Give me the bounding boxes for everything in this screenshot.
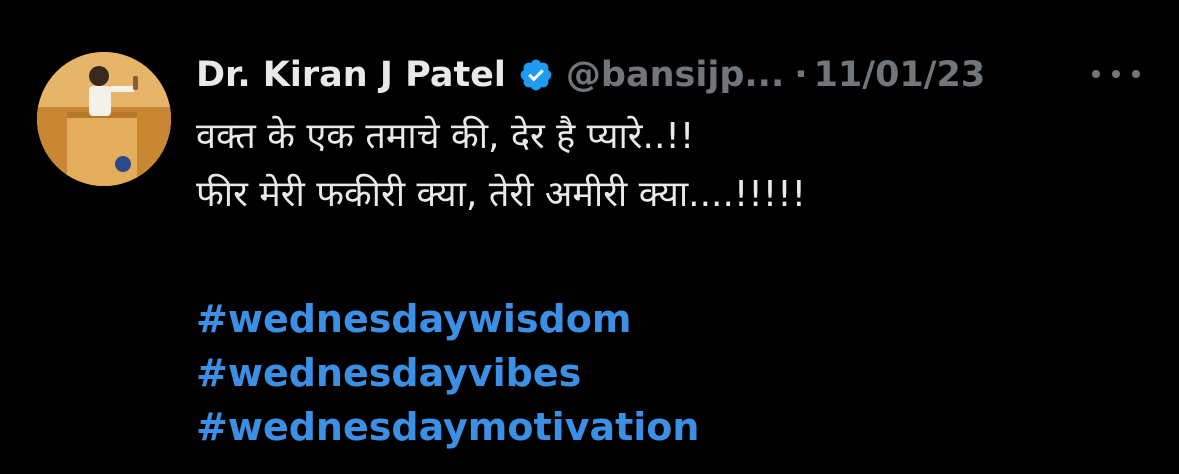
tweet[interactable]: Dr. Kiran J Patel @bansijp... · 11/01/23… [0,0,1179,474]
tweet-text-line: फीर मेरी फकीरी क्या, तेरी अमीरी क्या....… [196,174,807,215]
header-separator: · [794,55,808,95]
author-handle[interactable]: @bansijp... [566,55,784,95]
hashtag-link[interactable]: #wednesdayvibes [196,346,699,400]
avatar[interactable] [37,52,171,186]
tweet-header: Dr. Kiran J Patel @bansijp... · 11/01/23 [196,50,985,100]
tweet-text: वक्त के एक तमाचे की, देर है प्यारे..!! फ… [196,108,1156,224]
more-dot [1132,70,1140,78]
avatar-image [37,52,171,186]
tweet-text-line: वक्त के एक तमाचे की, देर है प्यारे..!! [196,116,695,157]
verified-badge-icon[interactable] [518,57,554,93]
hashtag-link[interactable]: #wednesdaymotivation [196,400,699,454]
more-dot [1112,70,1120,78]
author-name[interactable]: Dr. Kiran J Patel [196,55,506,95]
hashtag-link[interactable]: #wednesdaywisdom [196,292,699,346]
more-options-icon[interactable] [1092,62,1140,86]
tweet-date[interactable]: 11/01/23 [814,55,986,95]
hashtag-list: #wednesdaywisdom #wednesdayvibes #wednes… [196,292,699,454]
more-dot [1092,70,1100,78]
